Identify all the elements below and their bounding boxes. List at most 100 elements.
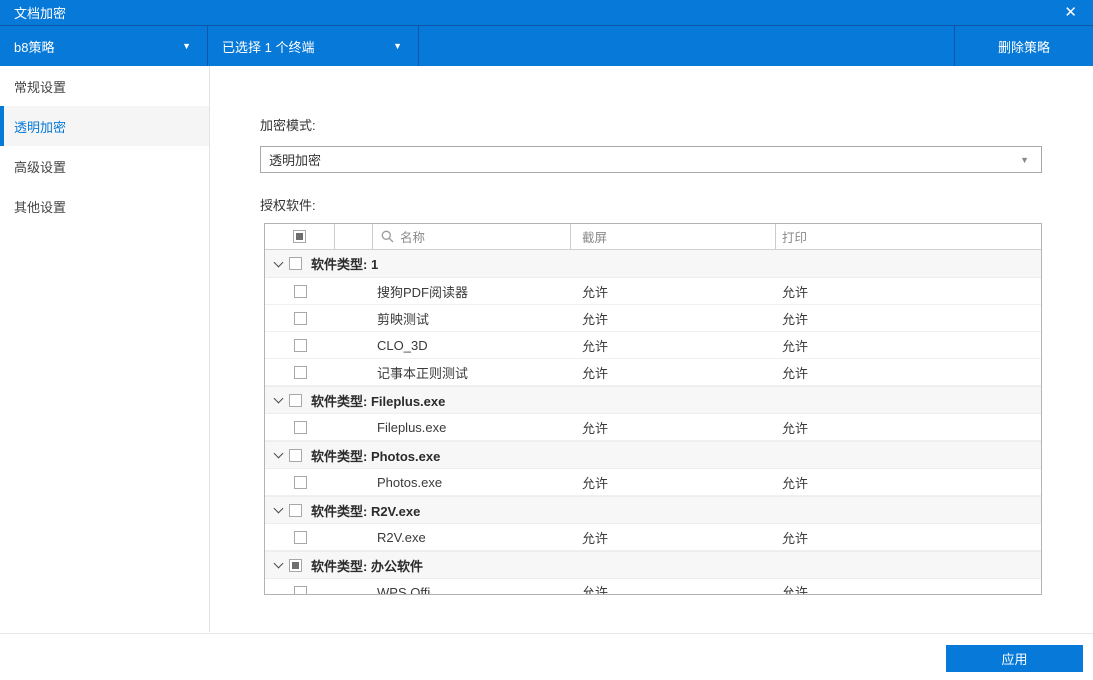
print-permission[interactable]: 允许 [776, 363, 1041, 382]
window-title: 文档加密 [14, 6, 67, 21]
document-encryption-dialog: 文档加密 ✕ b8策略 ▼ 已选择 1 个终端 ▼ 删除策略 常规设置 透明加密高… [0, 0, 1093, 680]
header-select-cell[interactable] [265, 224, 335, 249]
authorized-software-table: 名称 截屏 打印 软件类型: 1 搜狗PDF阅读器 允许 允许 剪映测试 允许 … [264, 223, 1042, 595]
group-label: 软件类型: Photos.exe [311, 448, 441, 464]
select-all-checkbox[interactable] [293, 230, 306, 243]
software-row[interactable]: 搜狗PDF阅读器 允许 允许 [265, 278, 1041, 305]
chevron-down-icon[interactable] [273, 393, 284, 404]
table-body: 软件类型: 1 搜狗PDF阅读器 允许 允许 剪映测试 允许 允许 CLO_3D… [265, 250, 1041, 594]
software-row[interactable]: Photos.exe 允许 允许 [265, 469, 1041, 496]
policy-dropdown[interactable]: b8策略 ▼ [0, 26, 207, 66]
group-label: 软件类型: 1 [311, 257, 379, 272]
print-permission[interactable]: 允许 [776, 579, 1041, 594]
header-screenshot-label: 截屏 [582, 231, 608, 245]
header-expand-cell [335, 224, 373, 249]
terminal-dropdown-label: 已选择 1 个终端 [222, 39, 315, 55]
software-name: Photos.exe [377, 474, 443, 490]
row-checkbox[interactable] [293, 475, 307, 489]
title-bar: 文档加密 ✕ [0, 0, 1093, 26]
software-name: Fileplus.exe [377, 419, 447, 435]
row-checkbox[interactable] [293, 420, 307, 434]
sidebar: 常规设置 透明加密 高级设置 其他设置 [0, 66, 210, 632]
row-checkbox[interactable] [293, 530, 307, 544]
header-name-label: 名称 [400, 231, 426, 245]
software-row[interactable]: 剪映测试 允许 允许 [265, 305, 1041, 332]
header-print-label: 打印 [782, 231, 808, 245]
group-checkbox[interactable] [289, 257, 302, 270]
policy-dropdown-label: b8策略 [14, 39, 55, 55]
software-name: 搜狗PDF阅读器 [377, 284, 469, 300]
print-permission[interactable]: 允许 [776, 418, 1041, 437]
screenshot-permission[interactable]: 允许 [571, 418, 776, 437]
row-checkbox[interactable] [293, 338, 307, 352]
chevron-down-icon[interactable] [273, 257, 284, 267]
screenshot-permission[interactable]: 允许 [571, 309, 776, 328]
print-permission[interactable]: 允许 [776, 336, 1041, 355]
group-checkbox[interactable] [289, 558, 302, 572]
software-group-row[interactable]: 软件类型: 办公软件 [265, 551, 1041, 579]
sidebar-item-透明加密[interactable]: 透明加密 [0, 106, 209, 146]
encryption-mode-select[interactable]: 透明加密 ▼ [260, 146, 1042, 173]
chevron-down-icon: ▼ [182, 41, 191, 51]
group-label: 软件类型: Fileplus.exe [311, 393, 446, 409]
software-name: WPS Offi [377, 585, 431, 594]
print-permission[interactable]: 允许 [776, 473, 1041, 492]
chevron-down-icon[interactable] [273, 448, 284, 459]
sidebar-item-其他设置[interactable]: 其他设置 [0, 186, 209, 226]
row-checkbox[interactable] [293, 586, 307, 594]
software-name: CLO_3D [377, 337, 428, 353]
main-panel: 加密模式: 透明加密 ▼ 授权软件: 名称 截屏 打印 软件类型: 1 搜狗PD… [210, 66, 1093, 632]
screenshot-permission[interactable]: 允许 [571, 473, 776, 492]
table-header: 名称 截屏 打印 [265, 224, 1041, 250]
authorized-software-label: 授权软件: [260, 198, 316, 213]
screenshot-permission[interactable]: 允许 [571, 528, 776, 547]
software-row[interactable]: R2V.exe 允许 允许 [265, 524, 1041, 551]
chevron-down-icon[interactable] [273, 558, 284, 569]
screenshot-permission[interactable]: 允许 [571, 363, 776, 382]
group-label: 软件类型: R2V.exe [311, 503, 421, 519]
software-name: R2V.exe [377, 529, 426, 545]
encryption-mode-label: 加密模式: [260, 118, 316, 133]
header-print-cell[interactable]: 打印 [776, 224, 1041, 249]
screenshot-permission[interactable]: 允许 [571, 336, 776, 355]
print-permission[interactable]: 允许 [776, 282, 1041, 301]
chevron-down-icon: ▼ [393, 41, 402, 51]
search-icon[interactable] [381, 230, 394, 243]
row-checkbox[interactable] [293, 311, 307, 325]
software-group-row[interactable]: 软件类型: Fileplus.exe [265, 386, 1041, 414]
sidebar-item-高级设置[interactable]: 高级设置 [0, 146, 209, 186]
print-permission[interactable]: 允许 [776, 528, 1041, 547]
terminal-dropdown[interactable]: 已选择 1 个终端 ▼ [208, 26, 418, 66]
software-group-row[interactable]: 软件类型: Photos.exe [265, 441, 1041, 469]
screenshot-permission[interactable]: 允许 [571, 579, 776, 594]
content-area: 常规设置 透明加密 高级设置 其他设置 加密模式: 透明加密 ▼ 授权软件: 名… [0, 66, 1093, 632]
header-name-cell[interactable]: 名称 [373, 224, 571, 249]
group-checkbox[interactable] [289, 393, 302, 407]
sidebar-item-常规设置[interactable]: 常规设置 [0, 66, 209, 106]
group-checkbox[interactable] [289, 448, 302, 462]
software-group-row[interactable]: 软件类型: 1 [265, 250, 1041, 278]
delete-policy-button[interactable]: 删除策略 [955, 26, 1093, 66]
group-checkbox[interactable] [289, 503, 302, 517]
print-permission[interactable]: 允许 [776, 309, 1041, 328]
software-row[interactable]: Fileplus.exe 允许 允许 [265, 414, 1041, 441]
row-checkbox[interactable] [293, 284, 307, 298]
software-row[interactable]: 记事本正则测试 允许 允许 [265, 359, 1041, 386]
close-icon[interactable]: ✕ [1062, 5, 1079, 20]
row-checkbox[interactable] [293, 365, 307, 379]
chevron-down-icon: ▼ [1020, 154, 1029, 165]
software-row[interactable]: WPS Offi 允许 允许 [265, 579, 1041, 594]
software-row[interactable]: CLO_3D 允许 允许 [265, 332, 1041, 359]
toolbar: b8策略 ▼ 已选择 1 个终端 ▼ 删除策略 [0, 26, 1093, 66]
software-group-row[interactable]: 软件类型: R2V.exe [265, 496, 1041, 524]
chevron-down-icon[interactable] [273, 503, 284, 514]
group-label: 软件类型: 办公软件 [311, 558, 423, 574]
header-screenshot-cell[interactable]: 截屏 [571, 224, 776, 249]
software-name: 记事本正则测试 [377, 365, 469, 381]
encryption-mode-value: 透明加密 [269, 153, 322, 168]
software-name: 剪映测试 [377, 311, 430, 327]
apply-button[interactable]: 应用 [946, 645, 1083, 672]
footer-bar: 应用 [0, 633, 1093, 680]
screenshot-permission[interactable]: 允许 [571, 282, 776, 301]
